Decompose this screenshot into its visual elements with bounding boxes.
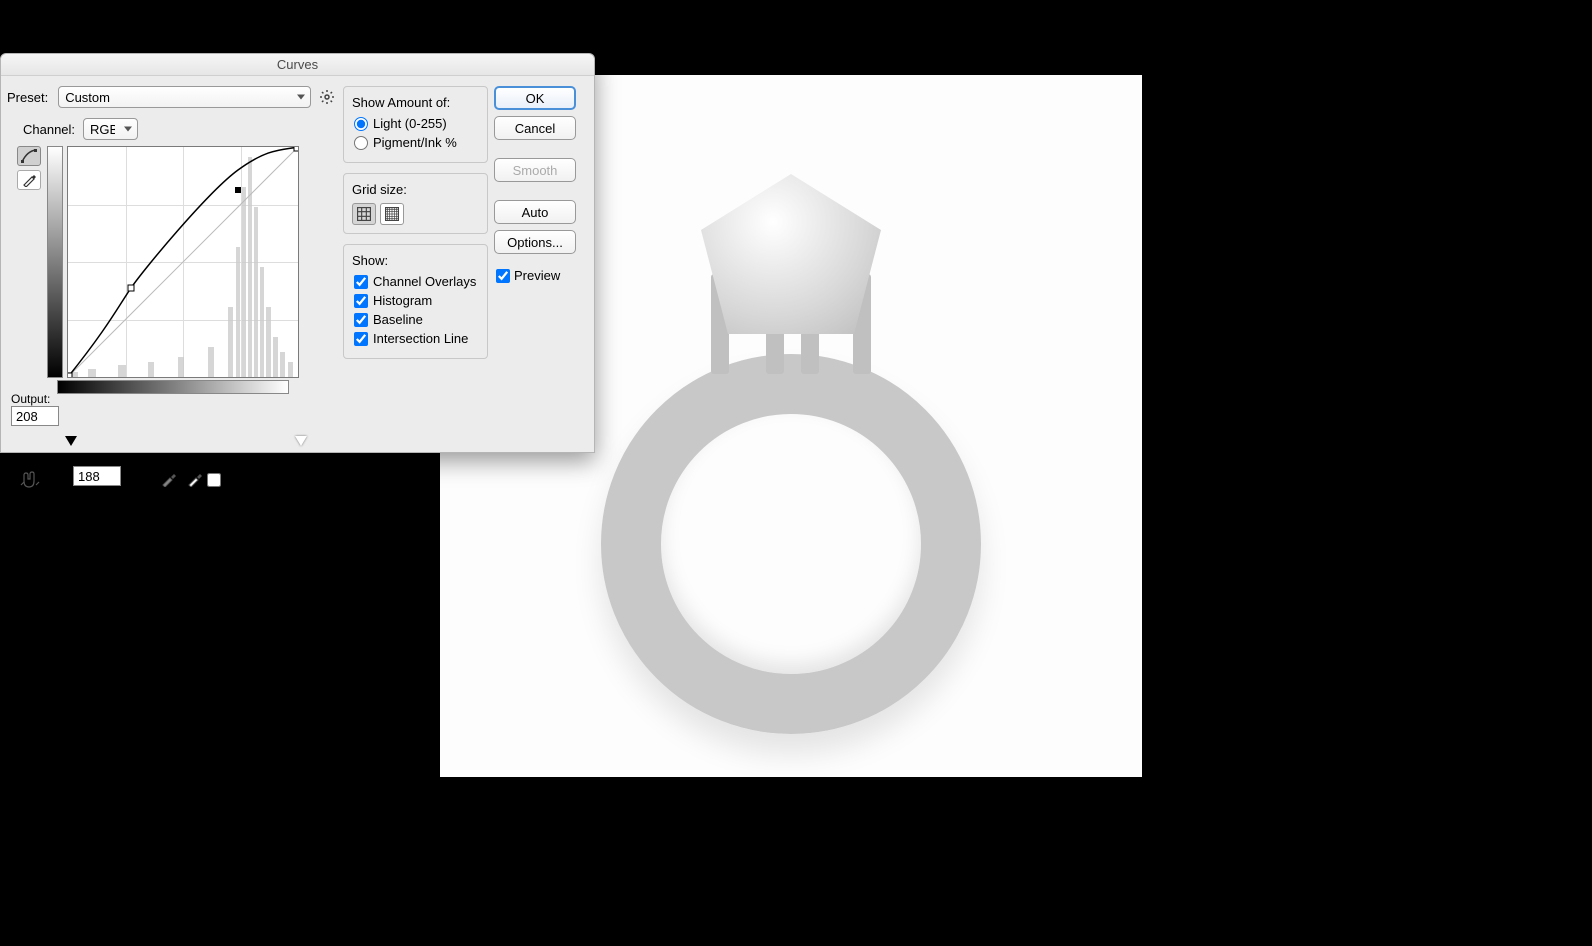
show-title: Show:: [352, 253, 479, 268]
options-button[interactable]: Options...: [494, 230, 576, 254]
histogram-label: Histogram: [373, 293, 432, 308]
grid-size-group: Grid size:: [343, 173, 488, 234]
intersection-label: Intersection Line: [373, 331, 468, 346]
levels-slider[interactable]: [69, 436, 303, 450]
white-point-thumb[interactable]: [295, 436, 307, 446]
preview-row[interactable]: Preview: [496, 268, 582, 283]
pigment-label: Pigment/Ink %: [373, 135, 457, 150]
cancel-button[interactable]: Cancel: [494, 116, 576, 140]
preset-gear-button[interactable]: [317, 86, 337, 108]
on-image-adjust-button[interactable]: [17, 469, 43, 491]
histogram-checkbox[interactable]: [354, 294, 368, 308]
channel-overlays-row[interactable]: Channel Overlays: [352, 274, 479, 289]
show-amount-title: Show Amount of:: [352, 95, 479, 110]
channel-label: Channel:: [23, 122, 75, 137]
light-radio-row[interactable]: Light (0-255): [352, 116, 479, 131]
white-eyedropper[interactable]: [185, 469, 205, 489]
histogram-row[interactable]: Histogram: [352, 293, 479, 308]
grid-coarse-button[interactable]: [352, 203, 376, 225]
eyedropper-icon: [161, 471, 177, 487]
curve-pencil-tool[interactable]: [17, 170, 41, 190]
curve-line: [68, 147, 298, 377]
eyedropper-icon: [187, 471, 203, 487]
output-input[interactable]: [11, 406, 59, 426]
dialog-title[interactable]: Curves: [1, 54, 594, 76]
eyedropper-icon: [135, 471, 151, 487]
curve-graph[interactable]: [67, 146, 299, 378]
channel-overlays-checkbox[interactable]: [354, 275, 368, 289]
curve-point-tool[interactable]: [17, 146, 41, 166]
gray-eyedropper[interactable]: [159, 469, 179, 489]
pencil-icon: [22, 173, 36, 187]
curves-dialog: Curves Preset: Custom: [0, 53, 595, 453]
preset-label: Preset:: [7, 90, 48, 105]
hand-icon: [20, 471, 40, 489]
input-label: Input:: [73, 452, 117, 466]
show-clipping-label: Show Clipping: [225, 472, 308, 487]
baseline-row[interactable]: Baseline: [352, 312, 479, 327]
light-label: Light (0-255): [373, 116, 447, 131]
show-clipping-row[interactable]: Show Clipping: [207, 472, 308, 487]
black-eyedropper[interactable]: [133, 469, 153, 489]
smooth-button: Smooth: [494, 158, 576, 182]
intersection-checkbox[interactable]: [354, 332, 368, 346]
show-group: Show: Channel Overlays Histogram Baselin…: [343, 244, 488, 359]
output-label: Output:: [11, 392, 55, 406]
baseline-checkbox[interactable]: [354, 313, 368, 327]
black-point-thumb[interactable]: [65, 436, 77, 446]
show-amount-group: Show Amount of: Light (0-255) Pigment/In…: [343, 86, 488, 163]
gear-icon: [320, 90, 334, 104]
channel-overlays-label: Channel Overlays: [373, 274, 476, 289]
curves-left-panel: Preset: Custom: [7, 86, 337, 394]
show-clipping-checkbox[interactable]: [207, 473, 221, 487]
preview-checkbox[interactable]: [496, 269, 510, 283]
vertical-gradient: [47, 146, 63, 378]
intersection-row[interactable]: Intersection Line: [352, 331, 479, 346]
light-radio[interactable]: [354, 117, 368, 131]
horizontal-gradient: [57, 380, 289, 394]
pigment-radio-row[interactable]: Pigment/Ink %: [352, 135, 479, 150]
preview-label: Preview: [514, 268, 560, 283]
pigment-radio[interactable]: [354, 136, 368, 150]
input-input[interactable]: [73, 466, 121, 486]
input-block: Input:: [73, 452, 121, 486]
dialog-buttons-panel: OK Cancel Smooth Auto Options... Preview: [494, 86, 582, 394]
grid-size-title: Grid size:: [352, 182, 479, 197]
ok-button[interactable]: OK: [494, 86, 576, 110]
channel-select[interactable]: RGB: [83, 118, 138, 140]
output-block: Output:: [11, 392, 59, 426]
ring-illustration: [551, 174, 1031, 734]
preset-select[interactable]: Custom: [58, 86, 311, 108]
grid-fine-button[interactable]: [380, 203, 404, 225]
eyedropper-group: [133, 469, 205, 489]
curves-options-panel: Show Amount of: Light (0-255) Pigment/In…: [343, 86, 488, 394]
grid-coarse-icon: [357, 207, 371, 221]
grid-fine-icon: [385, 207, 399, 221]
curve-icon: [21, 149, 37, 163]
baseline-label: Baseline: [373, 312, 423, 327]
auto-button[interactable]: Auto: [494, 200, 576, 224]
